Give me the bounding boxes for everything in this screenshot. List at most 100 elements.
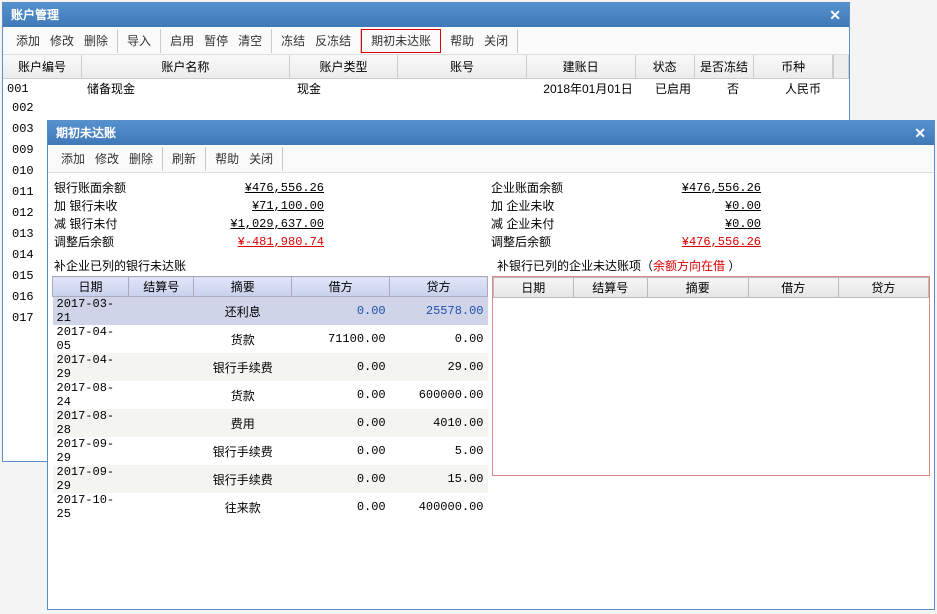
parent-scrollbar[interactable] <box>833 55 849 78</box>
cell-settlement <box>129 381 194 409</box>
summary-label: 调整后余额 <box>491 233 621 251</box>
summary-value: ¥1,029,637.00 <box>184 215 324 233</box>
cell-date: 2018年01月01日 <box>533 79 643 99</box>
account-id-010[interactable]: 010 <box>8 164 38 185</box>
account-id-016[interactable]: 016 <box>8 290 38 311</box>
summary-label: 减 银行未付 <box>54 215 184 233</box>
table-row[interactable]: 2017-04-05货款71100.000.00 <box>53 325 488 353</box>
cell-credit: 15.00 <box>390 465 488 493</box>
account-id-012[interactable]: 012 <box>8 206 38 227</box>
cell-date: 2017-10-25 <box>53 493 129 521</box>
toolbar-帮助[interactable]: 帮助 <box>445 30 479 51</box>
summary-value: ¥476,556.26 <box>621 233 761 251</box>
header-type[interactable]: 账户类型 <box>290 55 399 78</box>
right-section-caption: 补银行已列的企业未达账项（余额方向在借 ） <box>491 253 934 276</box>
cell-settlement <box>129 437 194 465</box>
child-title: 期初未达账 <box>56 121 116 145</box>
toolbar-清空[interactable]: 清空 <box>233 30 267 51</box>
header-name[interactable]: 账户名称 <box>82 55 290 78</box>
account-id-017[interactable]: 017 <box>8 311 38 332</box>
col-date[interactable]: 日期 <box>53 277 129 297</box>
child-toolbar: 添加修改删除刷新帮助关闭 <box>48 145 934 173</box>
cell-summary: 银行手续费 <box>194 437 292 465</box>
tables-area: 日期 结算号 摘要 借方 贷方 2017-03-21还利息0.0025578.0… <box>48 276 934 521</box>
cell-credit: 29.00 <box>390 353 488 381</box>
opening-outstanding-window: 期初未达账 ✕ 添加修改删除刷新帮助关闭 银行账面余额¥476,556.26加 … <box>47 120 935 610</box>
account-id-013[interactable]: 013 <box>8 227 38 248</box>
cell-summary: 往来款 <box>194 493 292 521</box>
cell-date: 2017-09-29 <box>53 437 129 465</box>
header-curr[interactable]: 币种 <box>754 55 833 78</box>
bank-not-reached-table: 日期 结算号 摘要 借方 贷方 2017-03-21还利息0.0025578.0… <box>52 276 488 521</box>
cell-debit: 0.00 <box>292 381 390 409</box>
toolbar-帮助[interactable]: 帮助 <box>210 148 244 169</box>
summary-label: 减 企业未付 <box>491 215 621 233</box>
cell-credit: 5.00 <box>390 437 488 465</box>
cell-frozen: 否 <box>703 79 763 99</box>
cell-summary: 还利息 <box>194 297 292 326</box>
toolbar-删除[interactable]: 删除 <box>124 148 158 169</box>
cell-type: 现金 <box>293 79 403 99</box>
cell-debit: 0.00 <box>292 437 390 465</box>
left-section-caption: 补企业已列的银行未达账 <box>48 253 491 276</box>
close-icon[interactable]: ✕ <box>829 3 841 27</box>
toolbar-添加[interactable]: 添加 <box>56 148 90 169</box>
cell-settlement <box>129 465 194 493</box>
toolbar-添加[interactable]: 添加 <box>11 30 45 51</box>
toolbar-期初未达账[interactable]: 期初未达账 <box>366 30 436 51</box>
header-status[interactable]: 状态 <box>636 55 695 78</box>
toolbar-启用[interactable]: 启用 <box>165 30 199 51</box>
header-date[interactable]: 建账日 <box>527 55 636 78</box>
header-frozen[interactable]: 是否冻结 <box>695 55 754 78</box>
table-row[interactable]: 2017-04-29银行手续费0.0029.00 <box>53 353 488 381</box>
table-row[interactable]: 2017-09-29 银行手续费0.005.00 <box>53 437 488 465</box>
toolbar-导入[interactable]: 导入 <box>122 30 156 51</box>
table-row[interactable]: 2017-03-21还利息0.0025578.00 <box>53 297 488 326</box>
cell-debit: 0.00 <box>292 353 390 381</box>
toolbar-修改[interactable]: 修改 <box>90 148 124 169</box>
account-id-014[interactable]: 014 <box>8 248 38 269</box>
col-summary[interactable]: 摘要 <box>647 278 748 298</box>
cell-date: 2017-04-05 <box>53 325 129 353</box>
header-acct[interactable]: 账号 <box>398 55 526 78</box>
toolbar-关闭[interactable]: 关闭 <box>479 30 513 51</box>
cell-curr: 人民币 <box>763 79 843 99</box>
account-id-002[interactable]: 002 <box>8 101 38 122</box>
cell-settlement <box>129 493 194 521</box>
cell-settlement <box>129 353 194 381</box>
cell-status: 已启用 <box>643 79 703 99</box>
cell-settlement <box>129 297 194 326</box>
col-settlement[interactable]: 结算号 <box>573 278 647 298</box>
col-debit[interactable]: 借方 <box>292 277 390 297</box>
cell-date: 2017-08-28 <box>53 409 129 437</box>
account-row[interactable]: 001 储备现金 现金 2018年01月01日 已启用 否 人民币 <box>3 79 849 99</box>
toolbar-暂停[interactable]: 暂停 <box>199 30 233 51</box>
account-id-003[interactable]: 003 <box>8 122 38 143</box>
col-credit[interactable]: 贷方 <box>390 277 488 297</box>
table-row[interactable]: 2017-08-28费用0.004010.00 <box>53 409 488 437</box>
close-icon[interactable]: ✕ <box>914 121 926 145</box>
account-id-009[interactable]: 009 <box>8 143 38 164</box>
cell-settlement <box>129 325 194 353</box>
toolbar-删除[interactable]: 删除 <box>79 30 113 51</box>
table-row[interactable]: 2017-10-25往来款0.00400000.00 <box>53 493 488 521</box>
col-credit[interactable]: 贷方 <box>838 278 928 298</box>
toolbar-冻结[interactable]: 冻结 <box>276 30 310 51</box>
table-row[interactable]: 2017-08-24货款0.00600000.00 <box>53 381 488 409</box>
toolbar-反冻结[interactable]: 反冻结 <box>310 30 356 51</box>
account-id-015[interactable]: 015 <box>8 269 38 290</box>
col-date[interactable]: 日期 <box>494 278 574 298</box>
header-id[interactable]: 账户编号 <box>3 55 82 78</box>
toolbar-关闭[interactable]: 关闭 <box>244 148 278 169</box>
col-summary[interactable]: 摘要 <box>194 277 292 297</box>
toolbar-刷新[interactable]: 刷新 <box>167 148 201 169</box>
table-row[interactable]: 2017-09-29银行手续费0.0015.00 <box>53 465 488 493</box>
toolbar-修改[interactable]: 修改 <box>45 30 79 51</box>
col-debit[interactable]: 借方 <box>748 278 838 298</box>
parent-toolbar: 添加修改删除导入启用暂停清空冻结反冻结期初未达账帮助关闭 <box>3 27 849 55</box>
col-settlement[interactable]: 结算号 <box>129 277 194 297</box>
summary-label: 加 银行未收 <box>54 197 184 215</box>
cell-settlement <box>129 409 194 437</box>
cell-debit: 0.00 <box>292 493 390 521</box>
account-id-011[interactable]: 011 <box>8 185 38 206</box>
